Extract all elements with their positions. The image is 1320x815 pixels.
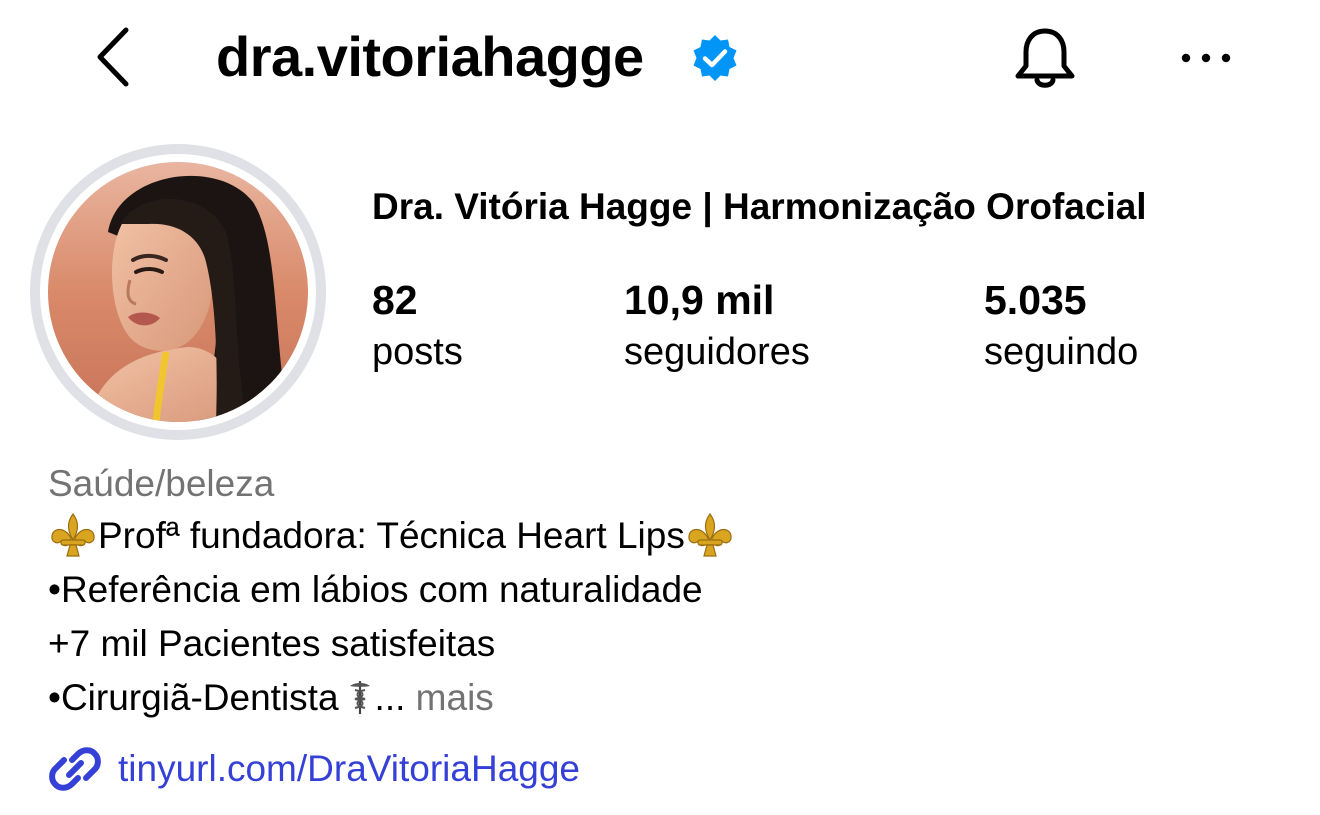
posts-count: 82 [372,277,418,323]
more-horizontal-icon[interactable] [1176,40,1236,76]
profile-display-name: Dra. Vitória Hagge | Harmonização Orofac… [372,186,1147,227]
verified-badge-icon [690,33,740,83]
bio-line-2: •Referência em lábios com naturalidade [48,569,703,610]
following-stat[interactable]: 5.035 seguindo [984,276,1138,380]
profile-link[interactable]: tinyurl.com/DraVitoriaHagge [48,742,580,796]
followers-stat[interactable]: 10,9 mil seguidores [624,276,810,380]
chevron-left-icon[interactable] [88,22,148,92]
medical-symbol-icon [347,678,373,716]
top-bar: dra.vitoriahagge [0,0,1320,120]
posts-label: posts [372,331,463,373]
bio-ellipsis: ... [374,677,406,718]
bell-icon[interactable] [1010,22,1080,94]
bio-line-3: +7 mil Pacientes satisfeitas [48,623,496,664]
link-icon [48,742,102,796]
posts-stat[interactable]: 82 posts [372,276,463,380]
followers-count: 10,9 mil [624,277,775,323]
following-label: seguindo [984,331,1139,373]
profile-category: Saúde/beleza [48,463,275,504]
bio-line-4: •Cirurgiã-Dentista [48,677,339,718]
profile-link-text[interactable]: tinyurl.com/DraVitoriaHagge [118,748,580,789]
bio-line: Profª fundadora: Técnica Heart Lips [48,512,735,560]
fleur-de-lis-icon [685,512,735,558]
following-count: 5.035 [984,277,1087,323]
bio-line: •Cirurgiã-Dentista ... mais [48,674,494,722]
bio-more-link[interactable]: mais [416,677,494,718]
fleur-de-lis-icon [48,512,98,558]
avatar[interactable] [48,162,308,422]
followers-label: seguidores [624,331,810,373]
profile-username: dra.vitoriahagge [216,25,644,88]
bio-line-1: Profª fundadora: Técnica Heart Lips [98,515,685,556]
